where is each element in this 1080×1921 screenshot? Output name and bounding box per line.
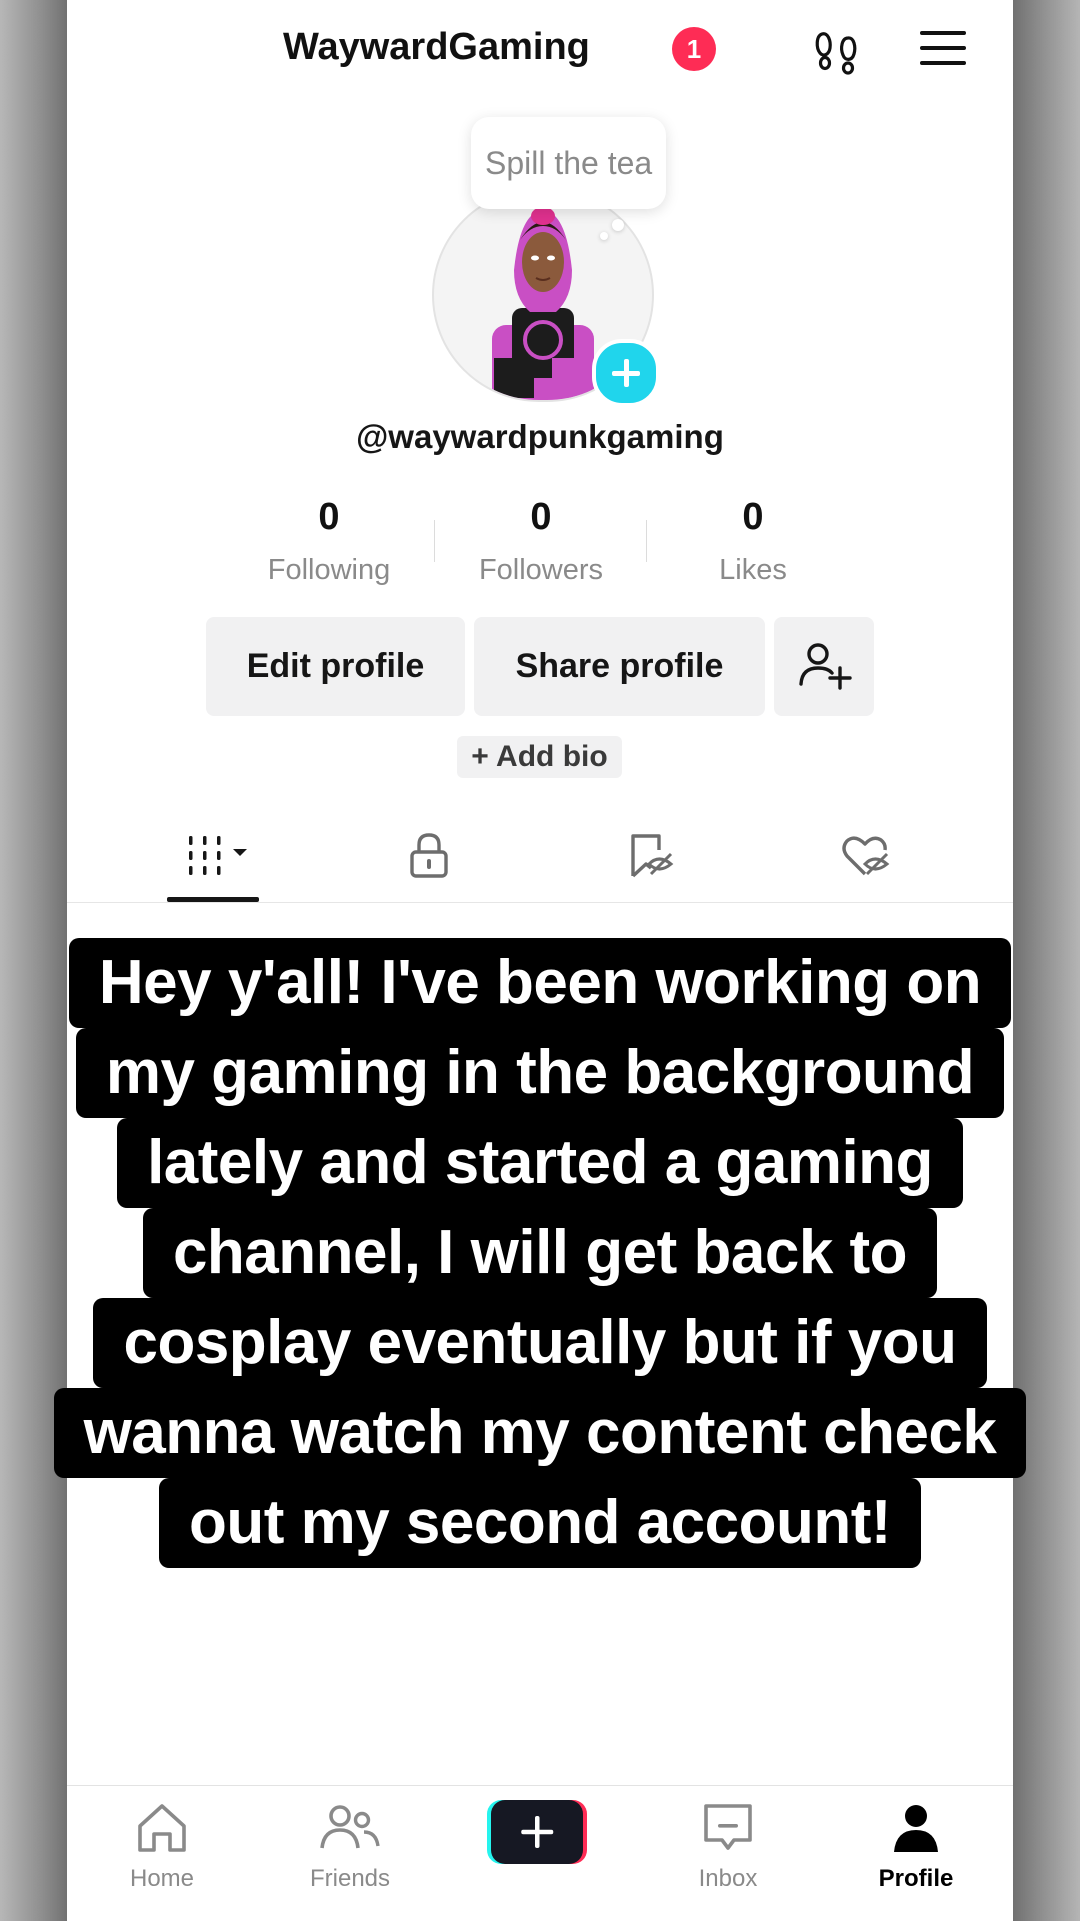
lock-icon[interactable] xyxy=(407,830,451,880)
notification-badge: 1 xyxy=(672,27,716,71)
hidden-liked-icon[interactable] xyxy=(839,830,891,880)
caption-line: cosplay eventually but if you xyxy=(93,1298,987,1388)
nav-home[interactable]: Home xyxy=(87,1802,237,1893)
nav-friends[interactable]: Friends xyxy=(275,1802,425,1893)
status-bubble-tail xyxy=(600,232,608,240)
profile-handle: @waywardpunkgaming xyxy=(356,418,724,455)
hidden-favorites-icon[interactable] xyxy=(627,830,675,880)
tab-selected-indicator xyxy=(167,897,259,902)
videos-grid-icon[interactable] xyxy=(187,830,253,880)
profile-tabs xyxy=(67,806,1013,903)
stat-value: 0 xyxy=(318,496,340,538)
edit-profile-button[interactable]: Edit profile xyxy=(206,617,465,716)
nav-inbox[interactable]: Inbox xyxy=(653,1802,803,1893)
stat-label: Followers xyxy=(478,554,604,586)
nav-label: Friends xyxy=(309,1865,391,1892)
caption-line: Hey y'all! I've been working on xyxy=(68,938,1012,1028)
bottom-nav: Home Friends Inbox Profile xyxy=(67,1785,1013,1921)
nav-label: Inbox xyxy=(698,1865,758,1892)
nav-label: Home xyxy=(129,1865,195,1892)
menu-icon[interactable] xyxy=(920,28,966,68)
stat-label: Likes xyxy=(719,554,787,586)
stat-value: 0 xyxy=(742,496,764,538)
profile-icon xyxy=(894,1805,938,1852)
caption-line: channel, I will get back to xyxy=(142,1208,938,1298)
add-photo-button[interactable] xyxy=(592,339,660,407)
add-friends-button[interactable] xyxy=(774,617,874,716)
caption-line: wanna watch my content check xyxy=(53,1388,1027,1478)
caption-overlay: Hey y'all! I've been working on my gamin… xyxy=(0,938,1080,1568)
stat-value: 0 xyxy=(530,496,552,538)
create-plus-icon[interactable] xyxy=(487,1800,587,1864)
home-icon xyxy=(138,1804,186,1852)
stat-divider xyxy=(646,520,647,562)
stat-followers[interactable]: 0 Followers xyxy=(456,496,626,587)
status-bubble-tail xyxy=(612,219,624,231)
stat-likes[interactable]: 0 Likes xyxy=(668,496,838,587)
account-switcher-username[interactable]: WaywardGaming xyxy=(283,26,590,69)
add-user-icon xyxy=(799,643,852,690)
friends-icon xyxy=(320,1805,380,1849)
stat-label: Following xyxy=(267,554,391,586)
inbox-icon xyxy=(704,1804,752,1850)
caption-line: lately and started a gaming xyxy=(117,1118,963,1208)
caption-line: my gaming in the background xyxy=(75,1028,1005,1118)
caption-line: out my second account! xyxy=(158,1478,922,1568)
status-bubble[interactable]: Spill the tea xyxy=(471,117,667,209)
stat-following[interactable]: 0 Following xyxy=(244,496,414,587)
nav-label: Profile xyxy=(878,1865,954,1892)
footprint-icon[interactable] xyxy=(812,26,862,76)
stat-divider xyxy=(434,520,435,562)
nav-profile[interactable]: Profile xyxy=(841,1802,991,1893)
add-bio-button[interactable]: + Add bio xyxy=(457,736,622,778)
share-profile-button[interactable]: Share profile xyxy=(474,617,765,716)
